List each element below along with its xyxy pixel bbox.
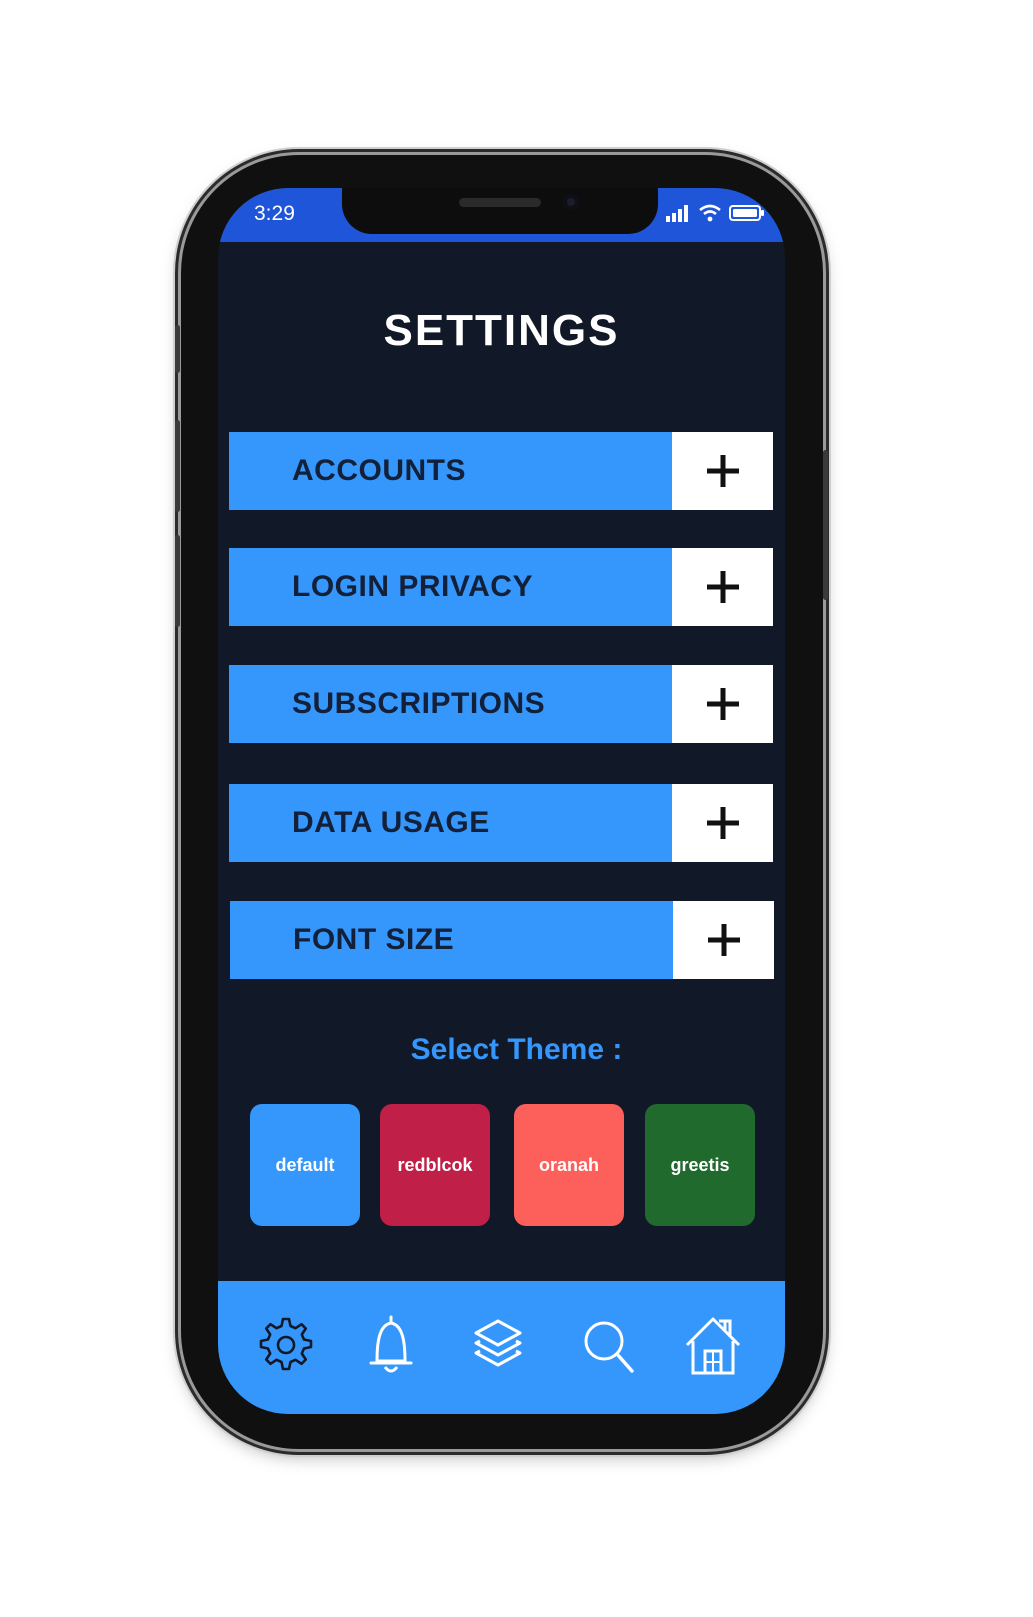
theme-option-label: oranah bbox=[538, 1154, 599, 1175]
menu-item-label: SUBSCRIPTIONS bbox=[292, 687, 546, 720]
theme-option-default[interactable]: default bbox=[250, 1104, 360, 1226]
theme-option-label: default bbox=[275, 1154, 335, 1175]
bell-icon[interactable] bbox=[361, 1313, 421, 1377]
menu-item-label: LOGIN PRIVACY bbox=[292, 570, 533, 603]
plus-icon bbox=[706, 688, 739, 720]
menu-item-subscriptions[interactable]: SUBSCRIPTIONS bbox=[229, 665, 773, 743]
menu-label-box: LOGIN PRIVACY bbox=[229, 548, 672, 626]
volume-up-button bbox=[175, 420, 180, 512]
search-icon[interactable] bbox=[578, 1313, 638, 1377]
expand-button[interactable] bbox=[673, 901, 774, 979]
volume-down-button bbox=[175, 535, 180, 627]
notch bbox=[342, 188, 658, 234]
menu-label-box: FONT SIZE bbox=[230, 901, 673, 979]
menu-item-data-usage[interactable]: DATA USAGE bbox=[229, 784, 773, 862]
battery-icon bbox=[729, 204, 765, 227]
theme-option-label: greetis bbox=[670, 1154, 730, 1175]
theme-option-label: redblcok bbox=[397, 1154, 473, 1175]
menu-label-box: SUBSCRIPTIONS bbox=[229, 665, 672, 743]
menu-item-login-privacy[interactable]: LOGIN PRIVACY bbox=[229, 548, 773, 626]
plus-icon bbox=[706, 455, 739, 487]
theme-option-redblcok[interactable]: redblcok bbox=[380, 1104, 490, 1226]
menu-label-box: DATA USAGE bbox=[229, 784, 672, 862]
mute-switch bbox=[175, 325, 180, 373]
expand-button[interactable] bbox=[672, 548, 773, 626]
expand-button[interactable] bbox=[672, 665, 773, 743]
plus-icon bbox=[707, 924, 740, 956]
expand-button[interactable] bbox=[672, 432, 773, 510]
expand-button[interactable] bbox=[672, 784, 773, 862]
gear-icon[interactable] bbox=[256, 1313, 316, 1377]
front-camera bbox=[563, 194, 579, 210]
plus-icon bbox=[706, 571, 739, 603]
menu-item-label: DATA USAGE bbox=[292, 806, 490, 839]
power-button bbox=[823, 450, 828, 600]
bottom-nav bbox=[218, 1281, 785, 1414]
theme-heading: Select Theme : bbox=[410, 1033, 623, 1066]
status-time: 3:29 bbox=[254, 202, 295, 225]
menu-item-label: ACCOUNTS bbox=[292, 454, 466, 487]
menu-label-box: ACCOUNTS bbox=[229, 432, 672, 510]
signal-icon bbox=[665, 204, 691, 227]
layers-icon[interactable] bbox=[468, 1313, 528, 1377]
plus-icon bbox=[706, 807, 739, 839]
home-icon[interactable] bbox=[683, 1313, 743, 1377]
menu-item-font-size[interactable]: FONT SIZE bbox=[230, 901, 774, 979]
menu-item-accounts[interactable]: ACCOUNTS bbox=[229, 432, 773, 510]
page-title: SETTINGS bbox=[383, 306, 620, 355]
theme-option-oranah[interactable]: oranah bbox=[514, 1104, 624, 1226]
menu-item-label: FONT SIZE bbox=[293, 923, 455, 956]
screen: 3:29 SETTINGS ACCOUNTS LOGIN PRIVACY SUB… bbox=[218, 188, 785, 1414]
wifi-icon bbox=[698, 204, 722, 227]
status-icons bbox=[665, 204, 765, 227]
speaker-grille bbox=[459, 198, 541, 207]
theme-option-greetis[interactable]: greetis bbox=[645, 1104, 755, 1226]
